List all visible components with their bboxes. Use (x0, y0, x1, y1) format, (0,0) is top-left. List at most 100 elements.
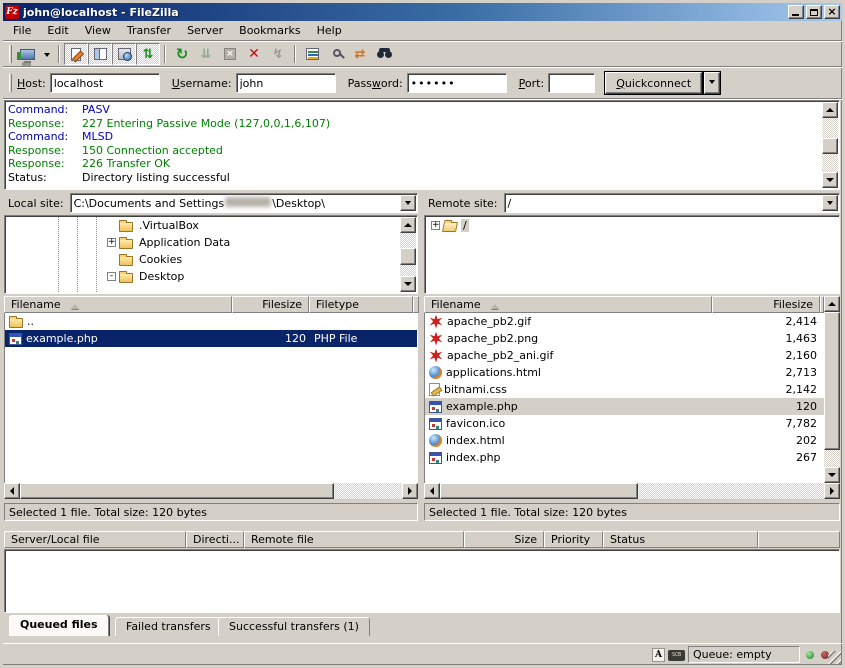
scroll-down-button[interactable] (822, 172, 838, 188)
collapse-icon[interactable]: - (107, 272, 116, 281)
scroll-down-button[interactable] (400, 276, 416, 292)
queue-body[interactable] (4, 549, 840, 613)
scroll-left-button[interactable] (424, 483, 440, 499)
refresh-button[interactable]: ↻ (170, 43, 194, 65)
speed-limits-icon[interactable]: SCB (668, 650, 685, 661)
filter-button[interactable] (300, 43, 324, 65)
tab-successful-transfers[interactable]: Successful transfers (1) (218, 617, 370, 636)
tree-item-virtualbox[interactable]: .VirtualBox (6, 217, 416, 234)
file-row-updir[interactable]: .. (5, 313, 417, 330)
remote-list-scrollbar[interactable] (824, 296, 840, 483)
expand-icon[interactable]: + (107, 238, 116, 247)
scroll-up-button[interactable] (822, 102, 838, 118)
column-header-filesize[interactable]: Filesize (712, 296, 820, 313)
column-header-size[interactable]: Size (464, 531, 544, 548)
tree-item-application-data[interactable]: + Application Data (6, 234, 416, 251)
menu-bookmarks[interactable]: Bookmarks (231, 22, 308, 39)
process-queue-button[interactable]: ⇊ (194, 43, 218, 65)
scroll-right-button[interactable] (402, 483, 418, 499)
toggle-message-log-button[interactable] (64, 43, 88, 65)
local-site-combobox[interactable]: C:\Documents and Settings\Desktop\ (70, 193, 418, 213)
column-header-filesize[interactable]: Filesize (232, 296, 309, 313)
tree-item-cookies[interactable]: Cookies (6, 251, 416, 268)
menu-help[interactable]: Help (309, 22, 350, 39)
local-site-dropdown-button[interactable] (400, 195, 416, 211)
column-header-server-local-file[interactable]: Server/Local file (4, 531, 186, 548)
remote-site-dropdown-button[interactable] (822, 195, 838, 211)
username-input[interactable] (236, 73, 336, 93)
scroll-thumb[interactable] (440, 483, 638, 499)
column-header-priority[interactable]: Priority (544, 531, 603, 548)
scroll-down-button[interactable] (824, 467, 840, 483)
toolbar-grip[interactable] (9, 45, 12, 63)
scroll-thumb[interactable] (400, 248, 416, 265)
synchronized-browsing-button[interactable]: ⇄ (348, 43, 372, 65)
menu-transfer[interactable]: Transfer (119, 22, 179, 39)
menu-file[interactable]: File (5, 22, 39, 39)
file-row[interactable]: index.php 267 (425, 449, 839, 466)
scroll-right-button[interactable] (824, 483, 840, 499)
toggle-local-tree-button[interactable] (88, 43, 112, 65)
compare-directories-button[interactable] (324, 43, 348, 65)
column-header-status[interactable]: Status (603, 531, 758, 548)
column-header-direction[interactable]: Directi... (186, 531, 244, 548)
local-list-hscrollbar[interactable] (4, 483, 418, 499)
remote-list-hscrollbar[interactable] (424, 483, 840, 499)
file-row-example-php[interactable]: example.php 120 PHP File 1 (5, 330, 417, 347)
password-input[interactable] (407, 73, 507, 93)
file-row-selected[interactable]: example.php 120 (425, 398, 839, 415)
transfer-type-icon[interactable]: A (652, 648, 665, 662)
scroll-up-button[interactable] (824, 296, 840, 312)
local-tree-scrollbar[interactable] (400, 217, 416, 292)
scroll-up-button[interactable] (400, 217, 416, 233)
column-header-filename[interactable]: Filename (424, 296, 712, 313)
file-row[interactable]: favicon.ico 7,782 (425, 415, 839, 432)
window-title: john@localhost - FileZilla (23, 6, 786, 19)
file-row[interactable]: index.html 202 (425, 432, 839, 449)
site-manager-dropdown-button[interactable] (39, 43, 54, 65)
expand-icon[interactable]: + (431, 221, 440, 230)
tab-queued-files[interactable]: Queued files (9, 615, 109, 636)
port-input[interactable] (548, 73, 595, 93)
open-folder-icon (442, 222, 458, 232)
close-button[interactable]: × (824, 5, 840, 19)
menu-edit[interactable]: Edit (39, 22, 76, 39)
minimize-button[interactable] (788, 5, 804, 19)
menu-view[interactable]: View (77, 22, 119, 39)
remote-site-combobox[interactable]: / (504, 193, 840, 213)
file-row[interactable]: apache_pb2_ani.gif 2,160 (425, 347, 839, 364)
host-input[interactable] (50, 73, 160, 93)
remote-site-label: Remote site: (428, 197, 498, 210)
file-row[interactable]: bitnami.css 2,142 (425, 381, 839, 398)
file-row[interactable]: applications.html 2,713 (425, 364, 839, 381)
column-header-filetype[interactable]: Filetype (309, 296, 413, 313)
filezilla-app-icon[interactable]: Fz (5, 5, 19, 19)
quickconnect-dropdown-button[interactable] (704, 72, 720, 94)
title-bar[interactable]: Fz john@localhost - FileZilla × (3, 3, 842, 21)
toggle-transfer-queue-button[interactable]: ⇅ (136, 43, 160, 65)
maximize-button[interactable] (806, 5, 822, 19)
toggle-remote-tree-button[interactable] (112, 43, 136, 65)
column-header-filename[interactable]: Filename (4, 296, 232, 313)
scroll-thumb[interactable] (824, 312, 840, 450)
disconnect-button[interactable]: ✕ (242, 43, 266, 65)
tab-failed-transfers[interactable]: Failed transfers (115, 617, 222, 636)
cancel-operation-button[interactable]: × (218, 43, 242, 65)
quickconnect-button[interactable]: Quickconnect (605, 72, 702, 94)
file-row[interactable]: apache_pb2.gif 2,414 (425, 313, 839, 330)
tree-item-desktop[interactable]: - Desktop (6, 268, 416, 285)
column-header-remote-file[interactable]: Remote file (244, 531, 464, 548)
resize-grip-icon[interactable] (828, 651, 841, 664)
reconnect-button[interactable]: ↯ (266, 43, 290, 65)
scroll-left-button[interactable] (4, 483, 20, 499)
file-row[interactable]: apache_pb2.png 1,463 (425, 330, 839, 347)
find-files-button[interactable] (372, 43, 396, 65)
menu-server[interactable]: Server (179, 22, 231, 39)
tree-item-root[interactable]: + / (426, 217, 838, 234)
log-scrollbar[interactable] (822, 102, 838, 188)
quickconnect-grip[interactable] (9, 74, 12, 92)
column-header-last-modified[interactable]: L (413, 296, 419, 313)
site-manager-button[interactable] (15, 43, 39, 65)
scroll-thumb[interactable] (20, 483, 334, 499)
scroll-thumb[interactable] (822, 138, 838, 154)
